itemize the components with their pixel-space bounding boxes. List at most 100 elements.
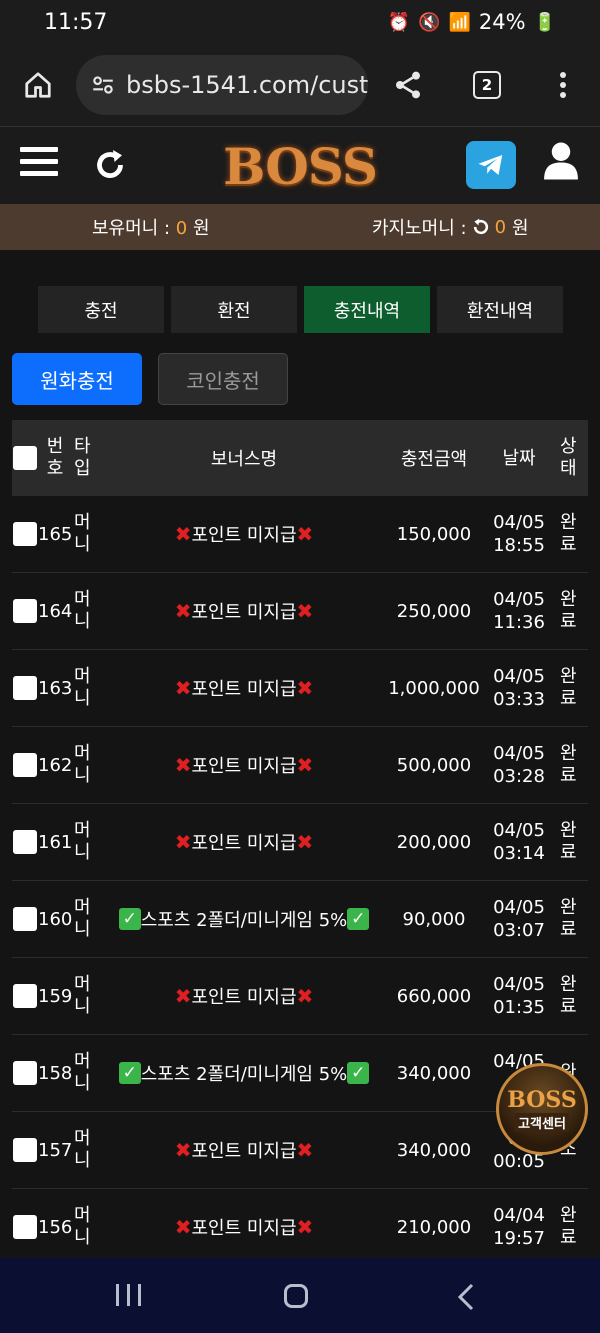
mute-icon: 🔇 bbox=[418, 11, 441, 33]
check-mark-icon: ✓ bbox=[118, 1062, 141, 1084]
url-text[interactable]: bsbs-1541.com/custo bbox=[126, 71, 368, 99]
browser-home-button[interactable] bbox=[0, 70, 76, 100]
row-checkbox[interactable] bbox=[13, 984, 37, 1008]
select-all-checkbox[interactable] bbox=[13, 446, 37, 470]
user-icon[interactable] bbox=[542, 141, 580, 181]
browser-toolbar: bsbs-1541.com/custo 2 bbox=[0, 44, 600, 126]
row-amount: 660,000 bbox=[396, 985, 472, 1007]
site-header: BOSS bbox=[0, 126, 600, 204]
charge-history-table: 번호 타입 보너스명 충전금액 날짜 상태 165 머 니 ✖ 포인트 미지급 ✖ 150,… bbox=[12, 420, 588, 1266]
row-checkbox[interactable] bbox=[13, 753, 37, 777]
rotate-icon[interactable] bbox=[471, 217, 491, 237]
row-date: 04/05 01:35 bbox=[493, 974, 545, 1018]
casino-money-unit: 원 bbox=[512, 218, 529, 239]
x-mark-icon: ✖ bbox=[174, 1138, 192, 1162]
coin-charge-button[interactable]: 코인충전 bbox=[158, 353, 288, 405]
check-mark-icon: ✓ bbox=[118, 908, 141, 930]
row-bonus: ✓ 스포츠 2폴더/미니게임 5% ✓ bbox=[104, 1035, 384, 1111]
row-checkbox[interactable] bbox=[13, 599, 37, 623]
logo-text: BOSS bbox=[223, 136, 378, 196]
back-icon[interactable] bbox=[456, 1282, 476, 1312]
row-checkbox[interactable] bbox=[13, 676, 37, 700]
android-nav-bar bbox=[0, 1258, 600, 1333]
refresh-icon[interactable] bbox=[92, 147, 128, 183]
share-button[interactable] bbox=[368, 69, 448, 101]
row-number: 158 bbox=[38, 1062, 73, 1084]
header-number: 번호 bbox=[46, 436, 64, 479]
row-amount: 250,000 bbox=[396, 600, 472, 622]
browser-menu-button[interactable] bbox=[526, 71, 600, 99]
row-type: 머니 bbox=[74, 974, 91, 1017]
row-bonus: ✖ 포인트 미지급 ✖ bbox=[104, 727, 384, 803]
row-type: 머니 bbox=[74, 820, 91, 863]
x-mark-icon: ✖ bbox=[174, 753, 192, 777]
table-row: 156 머 니 ✖ 포인트 미지급 ✖ 210,000 04/04 19:57 완 료 bbox=[12, 1189, 588, 1266]
row-date: 04/05 03:07 bbox=[493, 897, 545, 941]
status-time: 11:57 bbox=[44, 9, 108, 35]
tab-switcher-button[interactable]: 2 bbox=[448, 71, 526, 99]
row-status: 완료 bbox=[560, 512, 577, 555]
badge-logo: BOSS bbox=[507, 1086, 577, 1113]
row-type: 머니 bbox=[74, 1051, 91, 1094]
row-amount: 340,000 bbox=[396, 1139, 472, 1161]
row-status: 완료 bbox=[560, 820, 577, 863]
row-number: 156 bbox=[38, 1216, 73, 1238]
casino-money-value: 0 bbox=[494, 216, 507, 238]
battery-icon: 🔋 bbox=[533, 11, 556, 33]
row-bonus-text: 포인트 미지급 bbox=[191, 1218, 297, 1239]
table-row: 163 머 니 ✖ 포인트 미지급 ✖ 1,000,000 04/05 03:33 완 료 bbox=[12, 650, 588, 727]
share-icon bbox=[396, 71, 420, 99]
nav-home-icon[interactable] bbox=[284, 1284, 308, 1308]
x-mark-icon: ✖ bbox=[296, 599, 314, 623]
tab-charge[interactable]: 충전 bbox=[38, 286, 164, 333]
row-type: 머니 bbox=[74, 666, 91, 709]
badge-label: 고객센터 bbox=[515, 1112, 569, 1132]
telegram-icon[interactable] bbox=[466, 141, 516, 189]
row-bonus: ✖ 포인트 미지급 ✖ bbox=[104, 496, 384, 572]
x-mark-icon: ✖ bbox=[296, 984, 314, 1008]
tab-exchange-history[interactable]: 환전내역 bbox=[437, 286, 563, 333]
row-bonus-text: 포인트 미지급 bbox=[191, 525, 297, 546]
row-bonus: ✖ 포인트 미지급 ✖ bbox=[104, 958, 384, 1034]
table-row: 165 머 니 ✖ 포인트 미지급 ✖ 150,000 04/05 18:55 완 료 bbox=[12, 496, 588, 573]
table-row: 160 머 니 ✓ 스포츠 2폴더/미니게임 5% ✓ 90,000 04/05 03:07 완 료 bbox=[12, 881, 588, 958]
check-mark-icon: ✓ bbox=[347, 1062, 370, 1084]
row-checkbox[interactable] bbox=[13, 1138, 37, 1162]
customer-center-button[interactable]: BOSS 고객센터 bbox=[496, 1063, 588, 1155]
boss-logo[interactable]: BOSS bbox=[208, 136, 392, 196]
main-tabs: 충전 환전 충전내역 환전내역 bbox=[38, 286, 563, 333]
alarm-icon: ⏰ bbox=[387, 11, 411, 33]
recent-apps-icon[interactable] bbox=[116, 1284, 141, 1306]
tab-charge-history[interactable]: 충전내역 bbox=[304, 286, 430, 333]
row-amount: 1,000,000 bbox=[388, 677, 480, 699]
x-mark-icon: ✖ bbox=[296, 522, 314, 546]
status-icons: ⏰ 🔇 📶 24% 🔋 bbox=[388, 10, 556, 34]
row-amount: 340,000 bbox=[396, 1062, 472, 1084]
row-type: 머니 bbox=[74, 897, 91, 940]
row-checkbox[interactable] bbox=[13, 522, 37, 546]
address-bar[interactable]: bsbs-1541.com/custo bbox=[76, 55, 368, 115]
table-header: 번호 타입 보너스명 충전금액 날짜 상태 bbox=[12, 420, 588, 496]
tab-exchange[interactable]: 환전 bbox=[171, 286, 297, 333]
row-checkbox[interactable] bbox=[13, 907, 37, 931]
x-mark-icon: ✖ bbox=[174, 830, 192, 854]
row-checkbox[interactable] bbox=[13, 830, 37, 854]
tune-icon[interactable] bbox=[88, 72, 118, 98]
row-number: 160 bbox=[38, 908, 73, 930]
row-amount: 500,000 bbox=[396, 754, 472, 776]
row-type: 머니 bbox=[74, 512, 91, 555]
row-checkbox[interactable] bbox=[13, 1061, 37, 1085]
row-date: 04/05 03:14 bbox=[493, 820, 545, 864]
x-mark-icon: ✖ bbox=[174, 676, 192, 700]
row-bonus: ✖ 포인트 미지급 ✖ bbox=[104, 650, 384, 726]
battery-level: 24% bbox=[478, 10, 526, 34]
hamburger-icon[interactable] bbox=[20, 147, 58, 181]
row-checkbox[interactable] bbox=[13, 1215, 37, 1239]
check-mark-icon: ✓ bbox=[347, 908, 370, 930]
row-date: 04/05 18:55 bbox=[493, 512, 545, 556]
row-bonus-text: 스포츠 2폴더/미니게임 5% bbox=[140, 910, 348, 931]
krw-charge-button[interactable]: 원화충전 bbox=[12, 353, 142, 405]
row-bonus: ✖ 포인트 미지급 ✖ bbox=[104, 804, 384, 880]
more-vert-icon bbox=[560, 72, 566, 98]
x-mark-icon: ✖ bbox=[174, 1215, 192, 1239]
